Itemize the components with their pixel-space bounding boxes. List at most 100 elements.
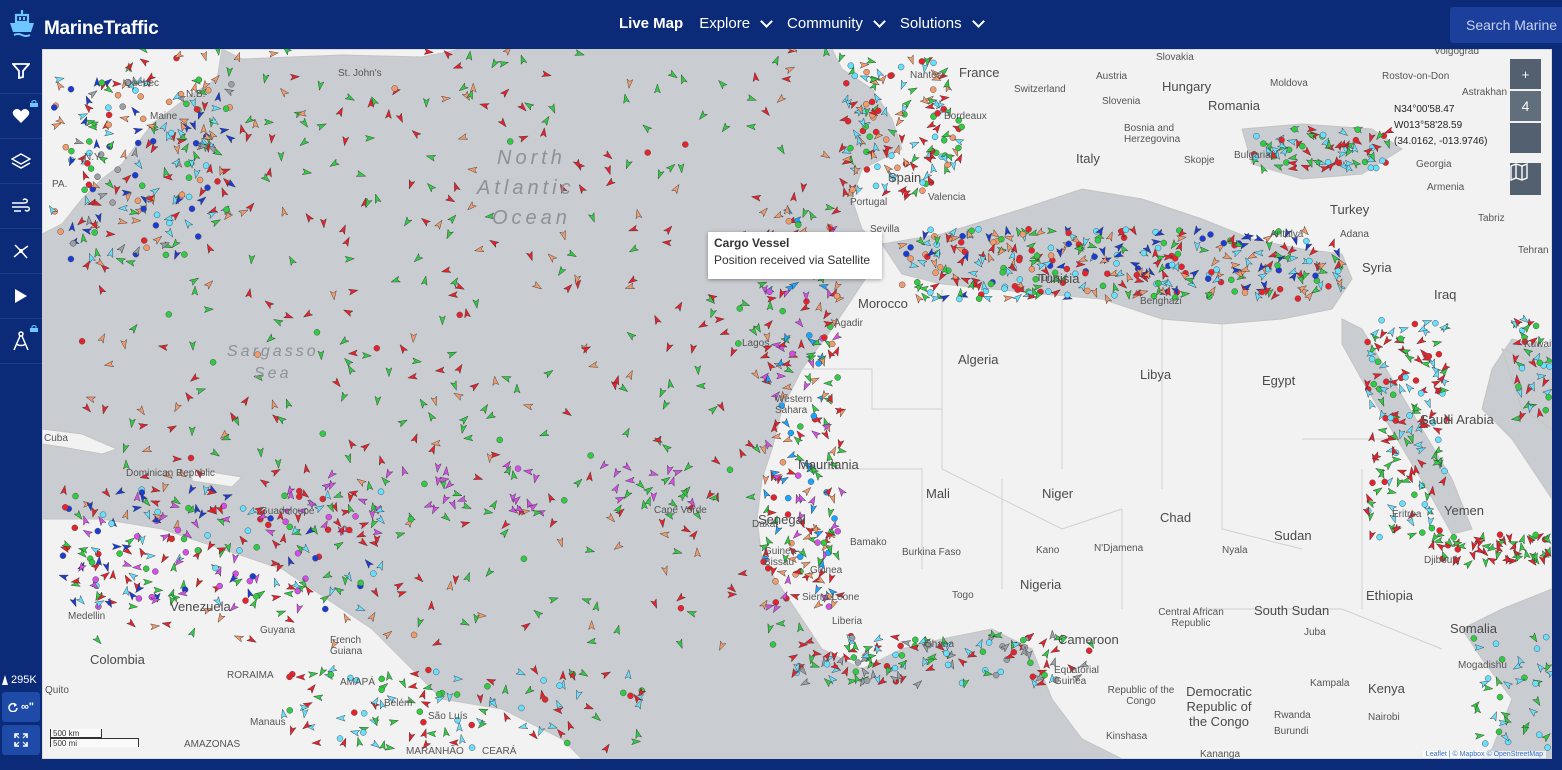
vessel-marker[interactable] [765,360,776,372]
vessel-marker[interactable] [265,521,272,529]
vessel-marker[interactable] [1025,649,1033,661]
vessel-marker[interactable] [829,340,836,348]
vessel-marker[interactable] [654,83,661,94]
vessel-marker[interactable] [510,469,518,481]
vessel-marker[interactable] [985,639,993,646]
vessel-marker[interactable] [1016,276,1024,283]
vessel-marker[interactable] [661,442,673,454]
vessel-marker[interactable] [378,675,385,683]
vessel-marker[interactable] [324,489,332,500]
vessel-marker[interactable] [240,395,251,407]
vessel-marker[interactable] [452,391,464,401]
vessel-marker[interactable] [265,527,276,537]
vessel-marker[interactable] [501,374,512,383]
vessel-marker[interactable] [623,158,633,170]
vessel-marker[interactable] [502,49,513,57]
vessel-marker[interactable] [346,364,356,376]
vessel-marker[interactable] [820,539,828,547]
vessel-marker[interactable] [1378,316,1385,324]
vessel-marker[interactable] [1027,659,1034,667]
vessel-marker[interactable] [1033,252,1041,260]
vessel-marker[interactable] [140,237,148,244]
vessel-marker[interactable] [541,70,552,79]
vessel-marker[interactable] [272,317,284,327]
vessel-marker[interactable] [425,666,432,674]
vessel-marker[interactable] [270,538,282,550]
vessel-marker[interactable] [1515,655,1526,667]
vessel-marker[interactable] [152,222,160,229]
vessel-marker[interactable] [193,503,202,515]
vessel-marker[interactable] [449,380,460,392]
vessel-marker[interactable] [634,208,643,220]
vessel-marker[interactable] [667,69,679,80]
vessel-marker[interactable] [430,439,441,447]
vessel-marker[interactable] [591,712,603,723]
vessel-marker[interactable] [434,462,442,474]
vessel-marker[interactable] [375,514,386,526]
vessel-marker[interactable] [587,212,597,224]
vessel-marker[interactable] [897,63,905,71]
vessel-marker[interactable] [344,255,355,263]
vessel-marker[interactable] [407,515,415,523]
vessel-marker[interactable] [373,344,381,352]
vessel-marker[interactable] [279,533,287,544]
vessel-marker[interactable] [269,399,279,410]
vessel-marker[interactable] [506,138,514,145]
vessel-marker[interactable] [697,320,709,331]
vessel-marker[interactable] [360,710,368,717]
playback-button[interactable] [0,274,42,319]
vessel-marker[interactable] [1220,239,1228,247]
vessel-marker[interactable] [1432,319,1439,327]
vessel-marker[interactable] [1361,158,1369,166]
vessel-marker[interactable] [1369,479,1376,487]
vessel-marker[interactable] [244,527,252,534]
vessel-marker[interactable] [105,111,113,119]
vessel-marker[interactable] [299,117,310,129]
vessel-marker[interactable] [815,301,824,313]
vessel-marker[interactable] [114,486,126,497]
vessel-marker[interactable] [463,307,471,319]
vessel-marker[interactable] [737,569,748,577]
vessel-marker[interactable] [72,492,79,500]
vessel-marker[interactable] [775,93,787,104]
vessel-marker[interactable] [843,80,850,87]
vessel-marker[interactable] [407,372,418,381]
vessel-marker[interactable] [716,78,728,90]
vessel-marker[interactable] [998,235,1005,243]
vessel-marker[interactable] [253,544,260,551]
vessel-marker[interactable] [548,595,559,604]
vessel-marker[interactable] [613,624,622,636]
vessel-marker[interactable] [1258,288,1266,296]
vessel-marker[interactable] [191,150,201,162]
vessel-marker[interactable] [1542,633,1550,641]
vessel-marker[interactable] [847,144,854,152]
vessel-marker[interactable] [1370,380,1378,388]
nav-explore[interactable]: Explore [699,15,773,32]
vessel-marker[interactable] [143,509,153,521]
vessel-marker[interactable] [710,455,722,466]
vessel-marker[interactable] [834,374,841,381]
vessel-marker[interactable] [664,341,674,353]
vessel-marker[interactable] [189,119,199,131]
vessel-marker[interactable] [180,535,188,543]
vessel-marker[interactable] [446,580,454,591]
vessel-marker[interactable] [501,684,509,695]
vessel-marker[interactable] [280,206,289,217]
vessel-marker[interactable] [452,675,464,683]
vessel-marker[interactable] [854,659,862,666]
vessel-marker[interactable] [1094,237,1102,244]
vessel-marker[interactable] [67,255,75,263]
vessel-marker[interactable] [787,652,800,663]
vessel-marker[interactable] [772,578,779,585]
vessel-marker[interactable] [444,194,456,205]
vessel-marker[interactable] [473,613,481,624]
vessel-marker[interactable] [203,279,215,290]
vessel-marker[interactable] [361,351,373,359]
vessel-marker[interactable] [338,335,350,346]
vessel-marker[interactable] [520,621,532,632]
vessel-marker[interactable] [1402,373,1409,381]
vessel-marker[interactable] [833,292,841,300]
vessel-marker[interactable] [1113,260,1120,267]
vessel-marker[interactable] [556,265,567,277]
vessel-marker[interactable] [222,492,234,502]
